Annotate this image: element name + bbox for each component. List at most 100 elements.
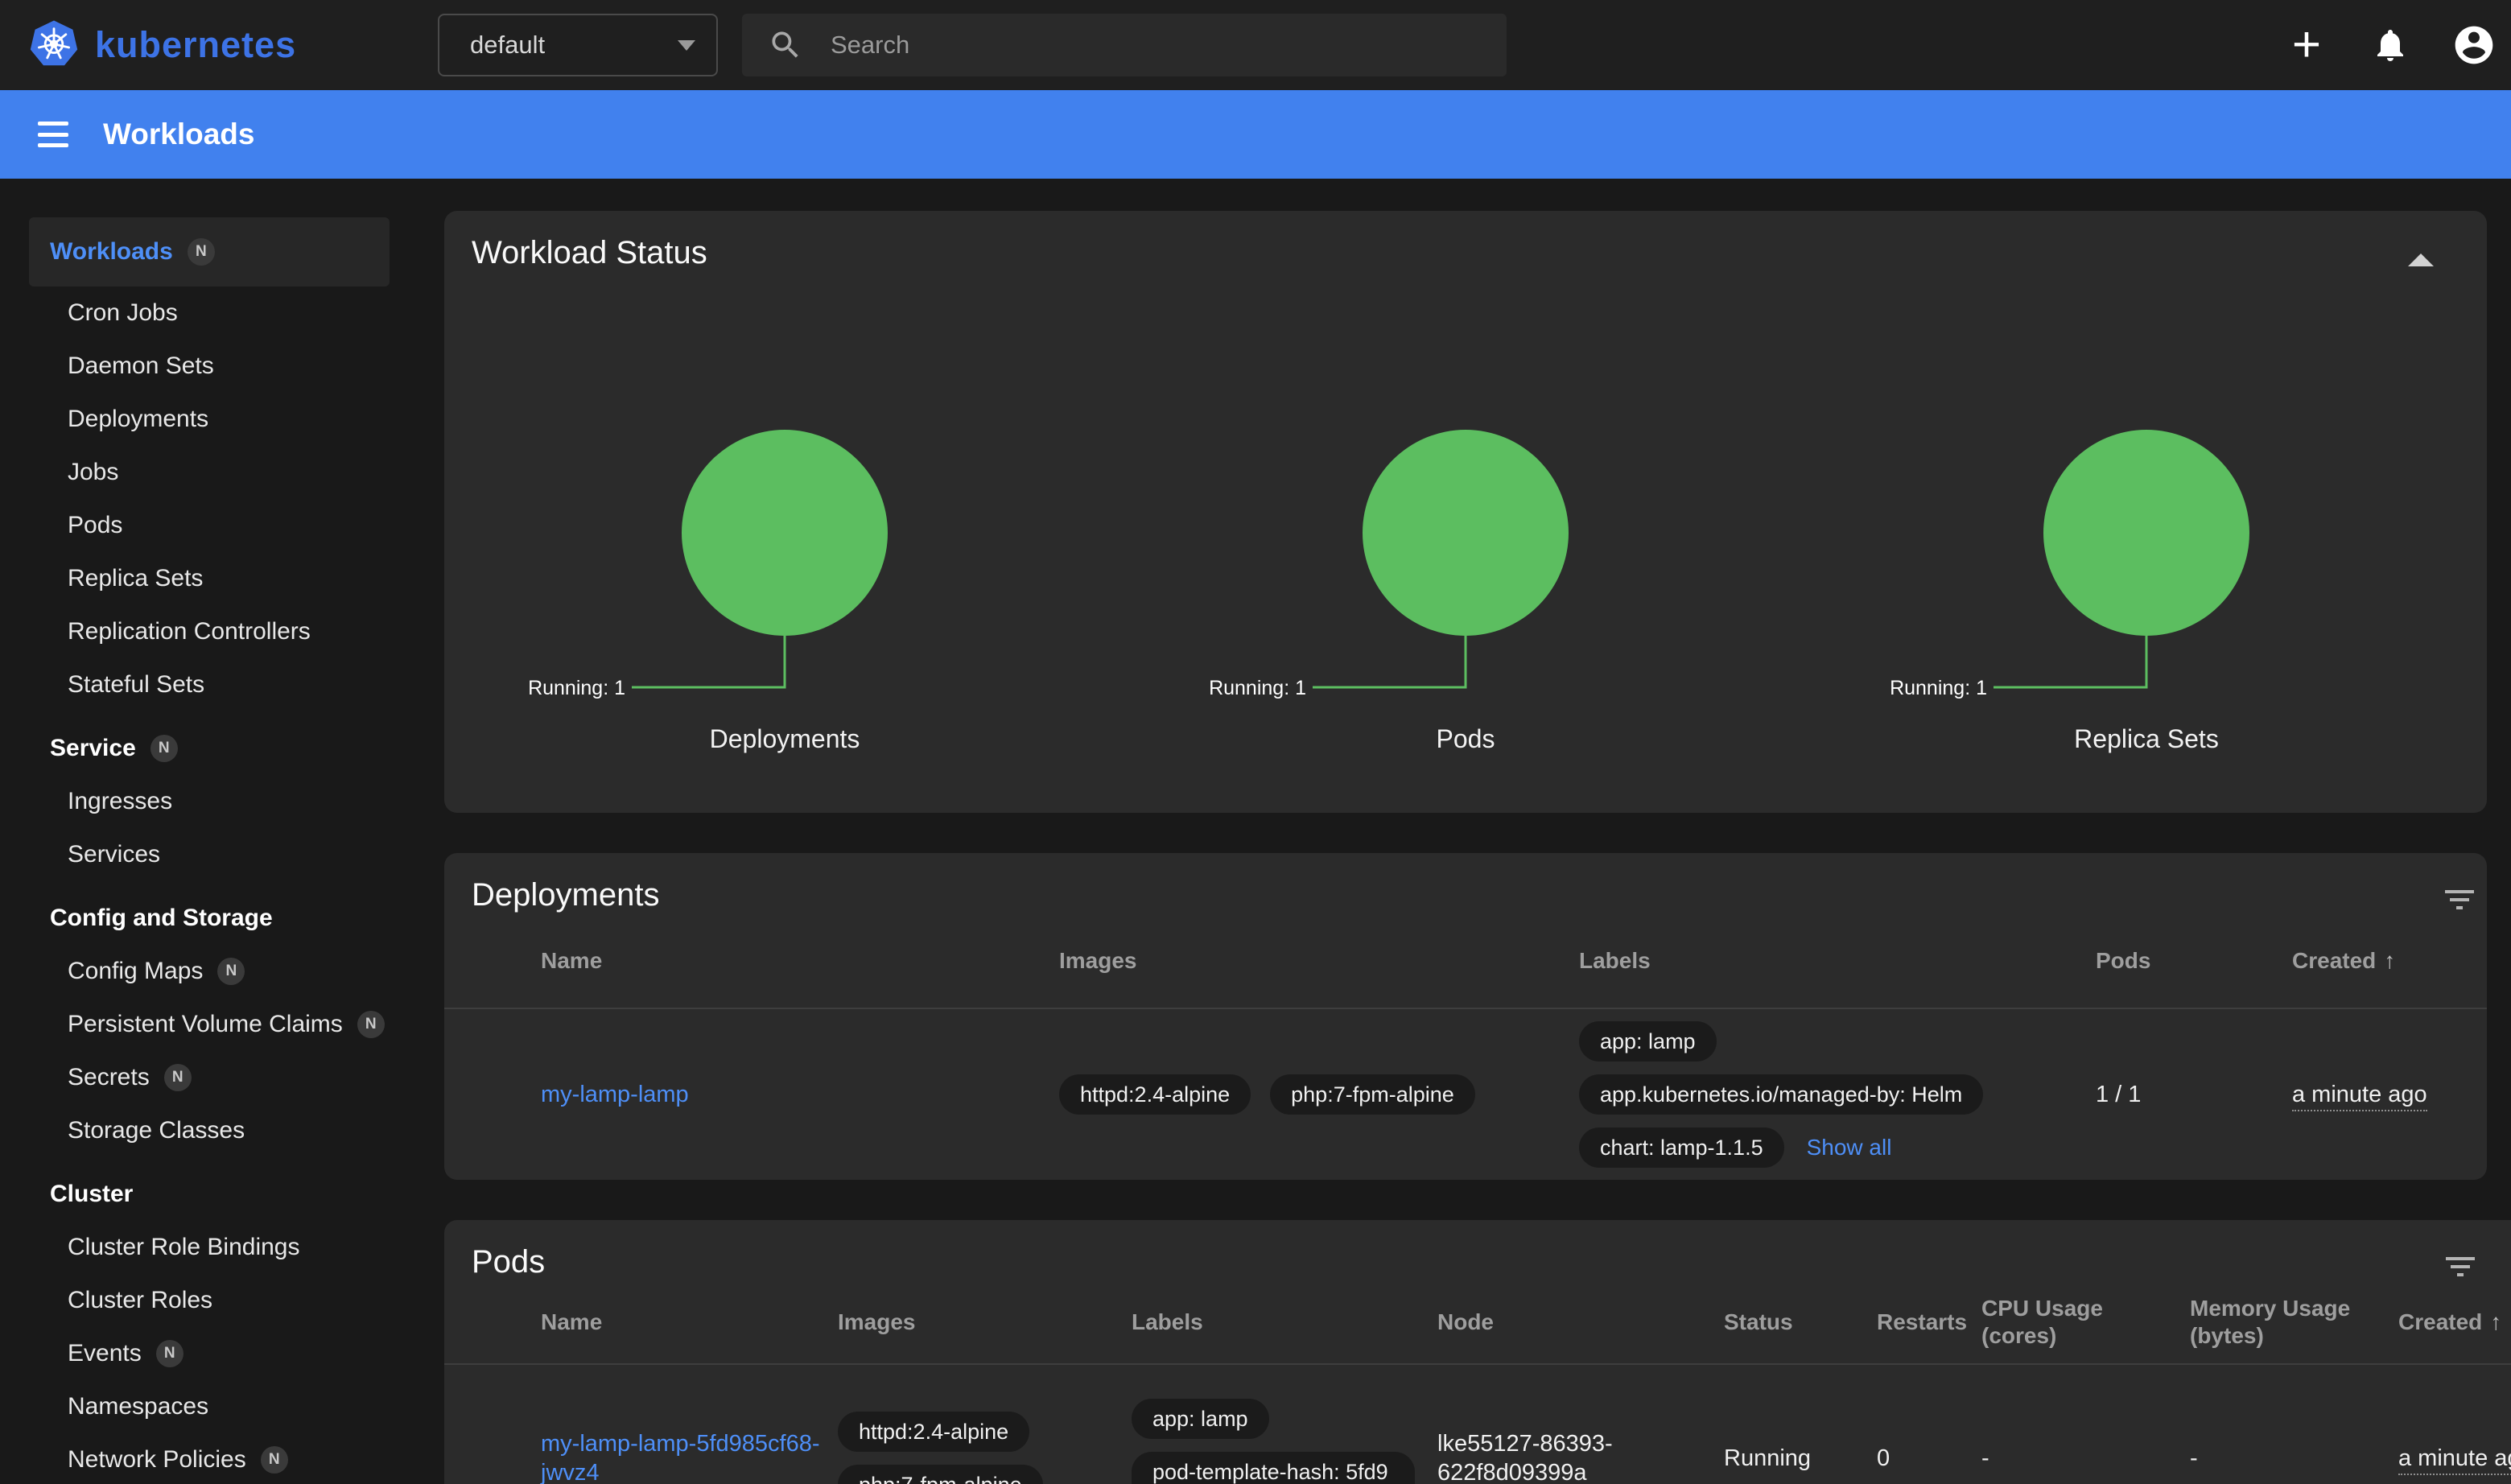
sidebar-item-service[interactable]: Service N (0, 722, 418, 775)
app-bar: Workloads (0, 90, 2511, 179)
table-row: my-lamp-lamp-5fd985cf68-jwvz4 httpd:2.4-… (444, 1365, 2511, 1484)
sidebar-item-pods[interactable]: Pods (0, 499, 418, 552)
column-header-restarts[interactable]: Restarts (1877, 1309, 1981, 1336)
pods-table-header: Name Images Labels Node Status Restarts … (444, 1281, 2511, 1365)
column-header-labels[interactable]: Labels (1132, 1309, 1437, 1336)
column-header-status[interactable]: Status (1724, 1309, 1877, 1336)
pod-name-link[interactable]: my-lamp-lamp-5fd985cf68-jwvz4 (541, 1431, 820, 1484)
pod-cpu-usage: - (1981, 1445, 2190, 1472)
new-badge: N (156, 1340, 183, 1367)
sort-ascending-icon: ↑ (2490, 1309, 2501, 1336)
table-row: my-lamp-lamp httpd:2.4-alpine php:7-fpm-… (444, 1009, 2487, 1180)
sidebar-item-daemon-sets[interactable]: Daemon Sets (0, 340, 418, 393)
deployment-name-link[interactable]: my-lamp-lamp (541, 1082, 713, 1107)
user-menu-button[interactable] (2448, 19, 2500, 71)
deployments-title: Deployments (444, 853, 2487, 914)
pie-callout-label: Running: 1 (528, 677, 625, 699)
filter-button[interactable] (2440, 880, 2479, 919)
column-header-created[interactable]: Created ↑ (2292, 947, 2487, 975)
sidebar-section-cluster[interactable]: Cluster (0, 1168, 418, 1221)
label-chip: app.kubernetes.io/managed-by: Helm (1579, 1074, 1983, 1115)
chart-name: Replica Sets (2074, 724, 2219, 754)
node-name: lke55127-86393-622f8d09399a (1437, 1431, 1613, 1484)
pods-card: Pods Name Images Labels Node Status Rest… (444, 1220, 2511, 1484)
new-badge: N (217, 958, 245, 985)
top-bar: kubernetes default + (0, 0, 2511, 90)
avatar-icon (2451, 23, 2497, 68)
sidebar-item-workloads[interactable]: Workloads N (29, 217, 390, 286)
new-badge: N (150, 735, 178, 762)
image-chip: php:7-fpm-alpine (1270, 1074, 1475, 1115)
sidebar-item-network-policies[interactable]: Network Policies N (0, 1433, 418, 1484)
image-chip: httpd:2.4-alpine (1059, 1074, 1251, 1115)
column-header-node[interactable]: Node (1437, 1309, 1724, 1336)
column-header-cpu-usage[interactable]: CPU Usage (cores) (1981, 1295, 2190, 1350)
search-input[interactable] (831, 31, 1507, 60)
collapse-card-button[interactable] (2403, 248, 2439, 272)
replica-sets-pie-chart: Running: 1 Replica Sets (1806, 422, 2487, 754)
sidebar-section-config-and-storage[interactable]: Config and Storage (0, 892, 418, 945)
sidebar-item-deployments[interactable]: Deployments (0, 393, 418, 446)
column-header-memory-usage[interactable]: Memory Usage (bytes) (2190, 1295, 2398, 1350)
notifications-button[interactable] (2365, 19, 2416, 71)
workload-status-card: Workload Status Running: 1 Deployments (444, 211, 2487, 813)
namespace-selector[interactable]: default (438, 14, 718, 76)
column-header-name[interactable]: Name (541, 947, 1059, 975)
sidebar-item-services[interactable]: Services (0, 828, 418, 881)
brand-wordmark: kubernetes (95, 24, 296, 66)
main-content: Workload Status Running: 1 Deployments (444, 179, 2511, 1484)
sidebar-item-replication-controllers[interactable]: Replication Controllers (0, 605, 418, 658)
sidebar-item-config-maps[interactable]: Config Maps N (0, 945, 418, 998)
sidebar-nav: Workloads N Cron Jobs Daemon Sets Deploy… (0, 179, 418, 1484)
new-badge: N (164, 1064, 192, 1091)
created-timestamp[interactable]: a minute ago (2398, 1445, 2511, 1475)
sidebar-item-cluster-role-bindings[interactable]: Cluster Role Bindings (0, 1221, 418, 1274)
sidebar-item-storage-classes[interactable]: Storage Classes (0, 1104, 418, 1157)
filter-icon (2440, 880, 2479, 919)
show-all-link[interactable]: Show all (1807, 1135, 1892, 1160)
sidebar-item-secrets[interactable]: Secrets N (0, 1051, 418, 1104)
column-header-name[interactable]: Name (541, 1309, 838, 1336)
label-chip: app: lamp (1132, 1399, 1269, 1439)
kubernetes-brand[interactable]: kubernetes (0, 19, 438, 72)
kubernetes-logo-icon (27, 19, 80, 72)
sidebar-item-cron-jobs[interactable]: Cron Jobs (0, 286, 418, 340)
pod-memory-usage: - (2190, 1445, 2398, 1472)
menu-icon[interactable] (34, 118, 72, 150)
deployments-card: Deployments Name Images Labels Pods Crea… (444, 853, 2487, 1180)
sidebar-item-replica-sets[interactable]: Replica Sets (0, 552, 418, 605)
pods-count: 1 / 1 (2096, 1082, 2292, 1108)
created-timestamp[interactable]: a minute ago (2292, 1082, 2427, 1111)
label-chip: pod-template-hash: 5fd985cf68 (1132, 1452, 1415, 1484)
new-badge: N (188, 238, 215, 266)
workload-status-title: Workload Status (444, 211, 2487, 272)
chevron-down-icon (678, 40, 695, 51)
deployments-table-header: Name Images Labels Pods Created ↑ (444, 914, 2487, 1009)
sidebar-item-persistent-volume-claims[interactable]: Persistent Volume Claims N (0, 998, 418, 1051)
label-chip: chart: lamp-1.1.5 (1579, 1127, 1784, 1168)
column-header-pods[interactable]: Pods (2096, 947, 2292, 975)
sort-ascending-icon: ↑ (2384, 947, 2395, 975)
pods-title: Pods (444, 1220, 2511, 1281)
sidebar-item-jobs[interactable]: Jobs (0, 446, 418, 499)
bell-icon (2371, 26, 2410, 64)
sidebar-item-events[interactable]: Events N (0, 1327, 418, 1380)
pod-restarts: 0 (1877, 1445, 1981, 1472)
column-header-images[interactable]: Images (838, 1309, 1132, 1336)
sidebar-item-ingresses[interactable]: Ingresses (0, 775, 418, 828)
sidebar-item-namespaces[interactable]: Namespaces (0, 1380, 418, 1433)
image-chip: httpd:2.4-alpine (838, 1412, 1029, 1452)
search-box (742, 14, 1507, 76)
column-header-created[interactable]: Created ↑ (2398, 1309, 2511, 1336)
create-resource-button[interactable]: + (2281, 19, 2332, 71)
column-header-images[interactable]: Images (1059, 947, 1579, 975)
filter-button[interactable] (2441, 1247, 2480, 1286)
sidebar-item-cluster-roles[interactable]: Cluster Roles (0, 1274, 418, 1327)
new-badge: N (357, 1011, 385, 1038)
sidebar-item-stateful-sets[interactable]: Stateful Sets (0, 658, 418, 711)
chevron-up-icon (2408, 254, 2434, 266)
pods-pie-chart: Running: 1 Pods (1125, 422, 1806, 754)
image-chip: php:7-fpm-alpine (838, 1465, 1043, 1484)
column-header-labels[interactable]: Labels (1579, 947, 2096, 975)
chart-name: Pods (1437, 724, 1495, 754)
